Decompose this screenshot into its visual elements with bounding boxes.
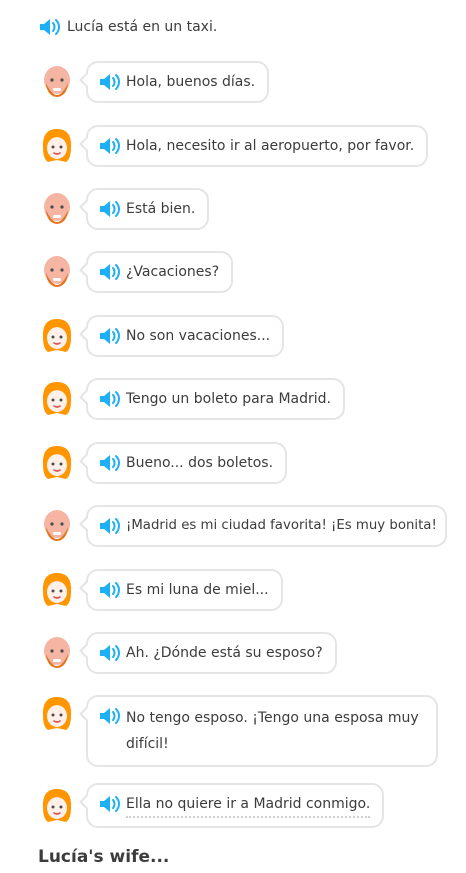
dialogue-line: No son vacaciones... xyxy=(40,315,285,357)
line-text: Hola, necesito ir al aeropuerto, por fav… xyxy=(126,138,415,154)
speech-bubble[interactable]: Hola, buenos días. xyxy=(78,61,270,103)
dialogue-line: No tengo esposo. ¡Tengo una esposa muy d… xyxy=(40,695,438,767)
speaker-icon[interactable] xyxy=(98,516,122,536)
line-text: No tengo esposo. ¡Tengo una esposa muy d… xyxy=(126,710,419,752)
line-text: No son vacaciones... xyxy=(126,328,271,344)
line-text: Es mi luna de miel... xyxy=(126,582,269,598)
speaker-icon[interactable] xyxy=(98,199,122,219)
speaker-icon[interactable] xyxy=(98,643,122,663)
speaker-icon[interactable] xyxy=(98,706,122,726)
speech-bubble[interactable]: Está bien. xyxy=(78,188,210,230)
dialogue-line: Bueno... dos boletos. xyxy=(40,442,288,484)
woman-avatar-icon xyxy=(40,571,74,609)
man-avatar-icon xyxy=(40,253,74,291)
speaker-icon[interactable] xyxy=(98,453,122,473)
speaker-icon[interactable] xyxy=(98,326,122,346)
man-avatar-icon xyxy=(40,63,74,101)
narration-text: Lucía está en un taxi. xyxy=(67,19,218,35)
woman-avatar-icon xyxy=(40,380,74,418)
speaker-icon[interactable] xyxy=(98,136,122,156)
line-text: Ah. ¿Dónde está su esposo? xyxy=(126,645,323,661)
dialogue-line: Ella no quiere ir a Madrid conmigo. xyxy=(40,783,385,828)
speaker-icon[interactable] xyxy=(98,794,122,814)
woman-avatar-icon xyxy=(40,695,74,733)
speaker-icon[interactable] xyxy=(98,389,122,409)
man-avatar-icon xyxy=(40,634,74,672)
line-text: ¡Madrid es mi ciudad favorita! ¡Es muy b… xyxy=(126,518,437,533)
speech-bubble[interactable]: ¡Madrid es mi ciudad favorita! ¡Es muy b… xyxy=(79,505,447,547)
speaker-icon[interactable] xyxy=(38,17,62,37)
narration-line: Lucía está en un taxi. xyxy=(38,17,217,37)
line-text[interactable]: Ella no quiere ir a Madrid conmigo. xyxy=(126,793,371,818)
dialogue-line: ¡Madrid es mi ciudad favorita! ¡Es muy b… xyxy=(40,505,447,547)
line-text: Tengo un boleto para Madrid. xyxy=(126,391,331,407)
dialogue-line: Es mi luna de miel... xyxy=(40,569,283,611)
speaker-icon[interactable] xyxy=(98,580,122,600)
woman-avatar-icon xyxy=(40,127,74,165)
speaker-icon[interactable] xyxy=(98,72,122,92)
speech-bubble[interactable]: Hola, necesito ir al aeropuerto, por fav… xyxy=(78,125,429,167)
speech-bubble[interactable]: Ella no quiere ir a Madrid conmigo. xyxy=(78,783,385,828)
line-text: Bueno... dos boletos. xyxy=(126,455,274,471)
speech-bubble[interactable]: No tengo esposo. ¡Tengo una esposa muy d… xyxy=(79,695,438,767)
dialogue-line: Tengo un boleto para Madrid. xyxy=(40,378,345,420)
line-text: ¿Vacaciones? xyxy=(126,264,220,280)
man-avatar-icon xyxy=(40,507,74,545)
dialogue-line: ¿Vacaciones? xyxy=(40,251,234,293)
speech-bubble[interactable]: Ah. ¿Dónde está su esposo? xyxy=(79,632,337,674)
line-text: Está bien. xyxy=(126,201,196,217)
speech-bubble[interactable]: Bueno... dos boletos. xyxy=(78,442,288,484)
speaker-icon[interactable] xyxy=(98,262,122,282)
line-text: Hola, buenos días. xyxy=(126,74,256,90)
speech-bubble[interactable]: No son vacaciones... xyxy=(78,315,285,357)
dialogue-line: Ah. ¿Dónde está su esposo? xyxy=(40,632,337,674)
speech-bubble[interactable]: Tengo un boleto para Madrid. xyxy=(79,378,345,420)
dialogue-line: Hola, buenos días. xyxy=(40,61,270,103)
question-title: Lucía's wife... xyxy=(38,847,170,867)
dialogue-line: Está bien. xyxy=(40,188,210,230)
man-avatar-icon xyxy=(40,190,74,228)
woman-avatar-icon xyxy=(40,444,74,482)
speech-bubble[interactable]: ¿Vacaciones? xyxy=(78,251,234,293)
woman-avatar-icon xyxy=(40,317,74,355)
woman-avatar-icon xyxy=(40,787,74,825)
dialogue-line: Hola, necesito ir al aeropuerto, por fav… xyxy=(40,125,429,167)
speech-bubble[interactable]: Es mi luna de miel... xyxy=(79,569,283,611)
